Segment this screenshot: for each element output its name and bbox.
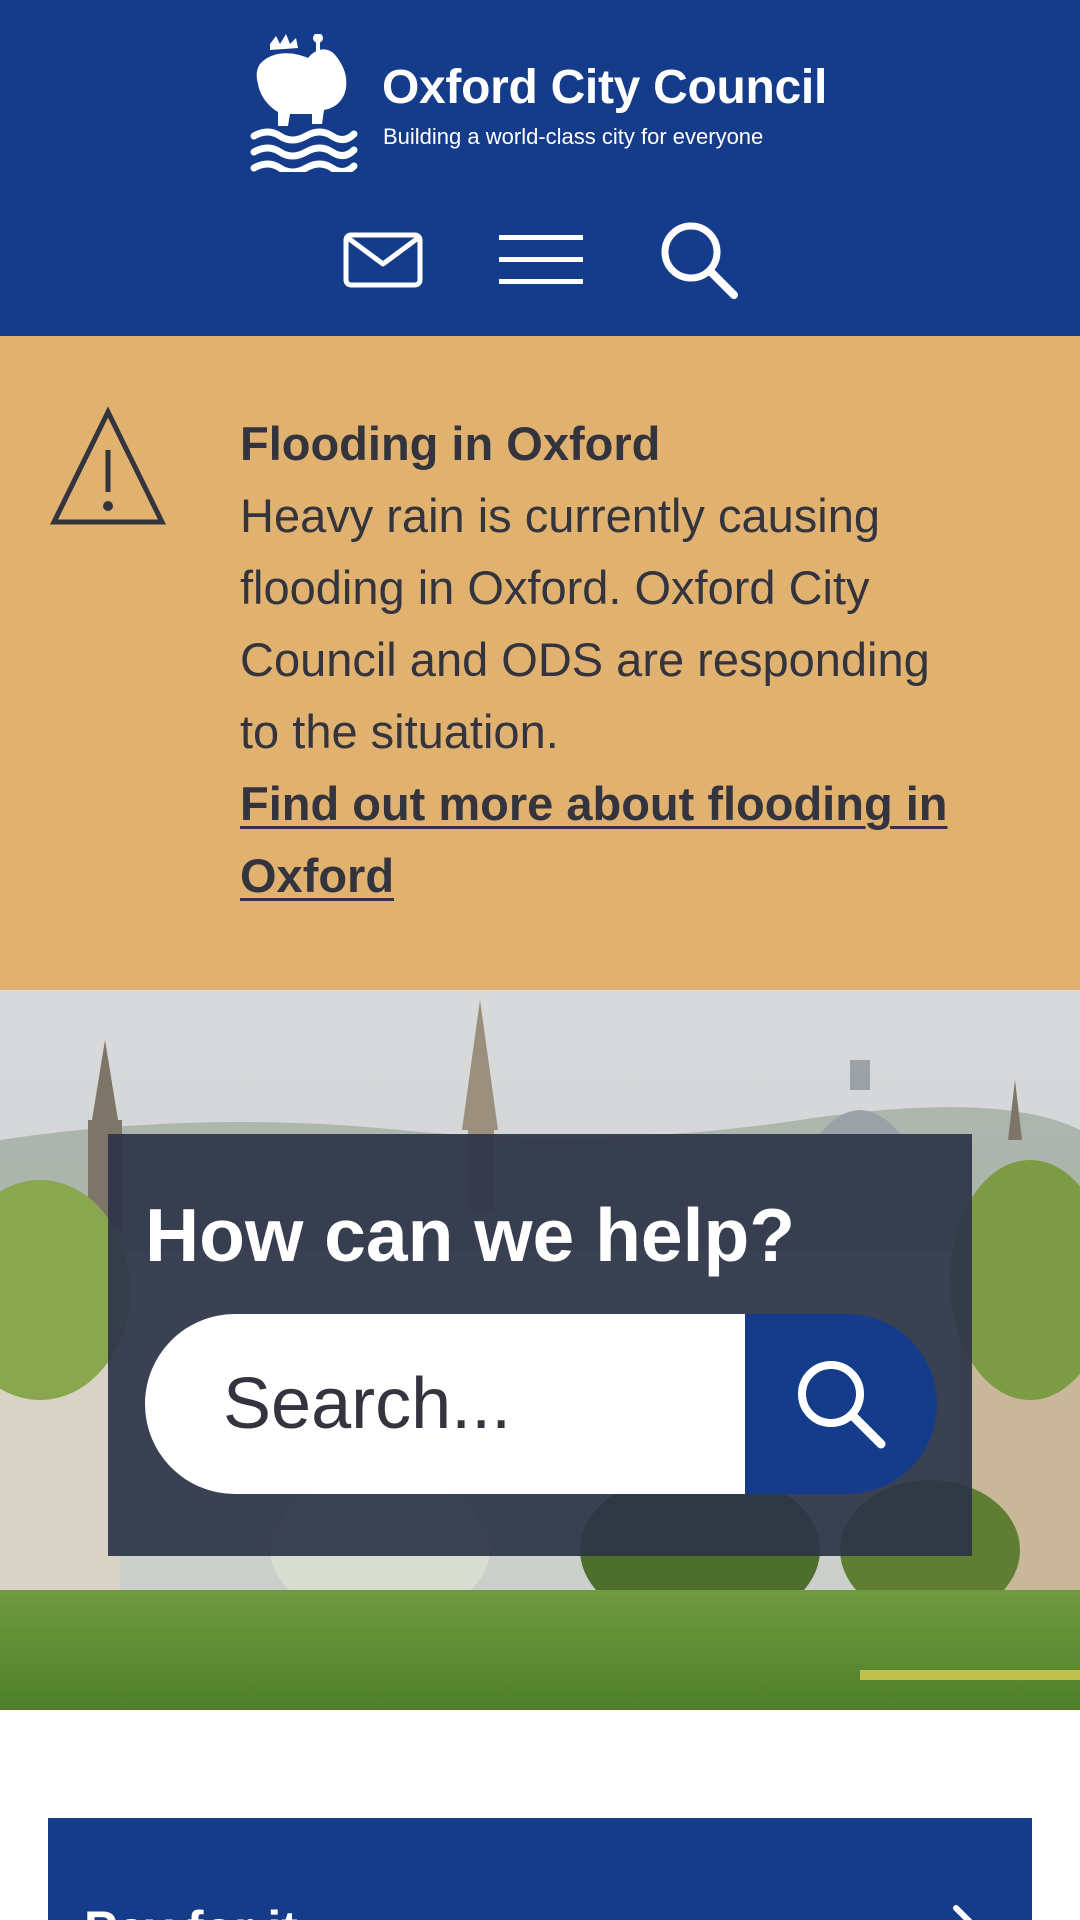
alert-content: Flooding in Oxford Heavy rain is current… [240,408,980,912]
menu-icon [499,235,583,284]
organization-tagline: Building a world-class city for everyone [383,124,764,149]
alert-title: Flooding in Oxford [240,417,661,470]
chevron-right-icon [953,1905,973,1920]
search-panel: How can we help? [108,1134,972,1556]
site-search-input[interactable] [145,1314,745,1494]
menu-button[interactable] [496,218,586,302]
contact-button[interactable] [338,218,428,302]
organization-name: Oxford City Council [382,61,827,114]
council-crest-icon [250,34,358,172]
search-icon [798,1361,886,1449]
flood-alert-banner: Flooding in Oxford Heavy rain is current… [0,336,1080,990]
search-toggle-button[interactable] [654,218,744,302]
search-submit-button[interactable] [745,1314,937,1494]
service-card-pay[interactable]: Pay for it [48,1818,1032,1920]
alert-message: Heavy rain is currently causing flooding… [240,489,930,758]
warning-icon [49,406,167,525]
mail-icon [343,232,423,288]
search-heading: How can we help? [145,1193,796,1277]
hero-section: How can we help? [0,990,1080,1710]
flooding-info-link[interactable]: Find out more about flooding in Oxford [240,777,947,902]
search-icon [661,222,738,299]
service-card-label: Pay for it [84,1900,298,1920]
site-logo[interactable]: Oxford City Council Building a world-cla… [250,34,850,174]
site-header: Oxford City Council Building a world-cla… [0,0,1080,336]
